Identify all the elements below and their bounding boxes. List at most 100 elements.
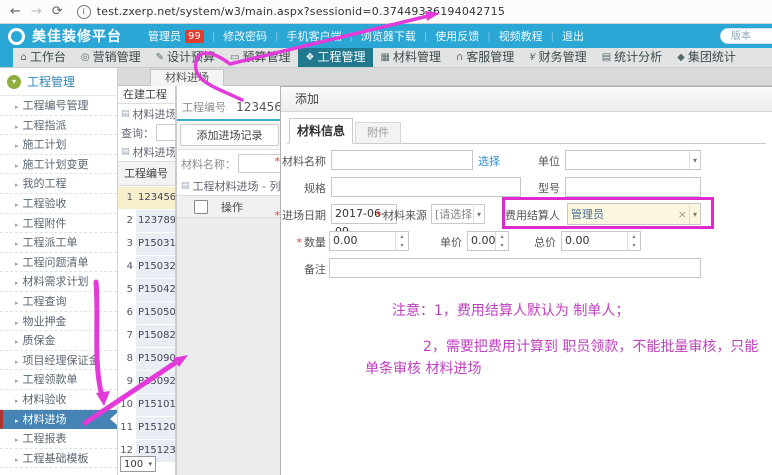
project-row[interactable]: 11P151209 — [118, 417, 175, 439]
price-stepper[interactable]: 0.00▴▾ — [467, 231, 509, 251]
project-row[interactable]: 2123789 — [118, 210, 175, 232]
sidebar-item-project-query[interactable]: ▸工程查询 — [0, 292, 117, 312]
settler-select[interactable]: 管理员×▾ — [567, 203, 701, 225]
model-input[interactable] — [565, 177, 701, 197]
tab-material-entry[interactable]: 材料进场 — [150, 69, 224, 86]
sidebar-item-project-templates[interactable]: ▸工程基础模板 — [0, 449, 117, 469]
choose-link[interactable]: 选择 — [478, 153, 500, 169]
nav-tab-design-budget[interactable]: ✎设计预算 — [148, 48, 222, 67]
project-no-value: 123456 — [236, 100, 282, 114]
nav-tab-group-statistics[interactable]: ◆集团统计 — [670, 48, 744, 67]
project-row[interactable]: 5P150425 — [118, 279, 175, 301]
sidebar-item-construction-plan-change[interactable]: ▸施工计划变更 — [0, 155, 117, 175]
chevron-down-icon[interactable]: ▾ — [689, 151, 700, 169]
nav-tab-budget[interactable]: ▭预算管理 — [223, 48, 298, 67]
project-row[interactable]: 8P150902 — [118, 348, 175, 370]
spinner-buttons[interactable]: ▴▾ — [627, 232, 640, 250]
username[interactable]: 管理员 — [148, 28, 181, 44]
spin-up-icon[interactable]: ▴ — [628, 232, 640, 241]
nav-tab-statistics[interactable]: ▤统计分析 — [594, 48, 669, 67]
nav-tab-finance[interactable]: ¥财务管理 — [522, 48, 594, 67]
nav-tab-workbench[interactable]: ⌂工作台 — [13, 48, 73, 67]
spec-label: 规格 — [304, 180, 326, 196]
spinner-buttons[interactable]: ▴▾ — [495, 232, 508, 250]
chevron-down-icon[interactable]: ▾ — [689, 204, 700, 224]
spin-down-icon[interactable]: ▾ — [496, 241, 508, 250]
sidebar-item-property-deposit[interactable]: ▸物业押金 — [0, 312, 117, 332]
sidebar-item-construction-plan[interactable]: ▸施工计划 — [0, 135, 117, 155]
tab-material-info[interactable]: 材料信息 — [289, 118, 353, 144]
source-select[interactable]: [请选择]▾ — [431, 204, 485, 224]
sidebar-item-project-issues[interactable]: ▸工程问题清单 — [0, 253, 117, 273]
project-row[interactable]: 4P150321 — [118, 256, 175, 278]
triangle-marker-icon: ▸ — [15, 436, 19, 444]
sidebar-item-pm-deposit[interactable]: ▸项目经理保证金 — [0, 351, 117, 371]
nav-label: 材料管理 — [393, 48, 441, 67]
project-code: P150825 — [136, 325, 175, 347]
project-row[interactable]: 7P150825 — [118, 325, 175, 347]
add-entry-record-button[interactable]: 添加进场记录 — [180, 124, 279, 146]
total-stepper[interactable]: 0.00▴▾ — [561, 231, 641, 251]
refresh-icon[interactable]: ⟳ — [52, 4, 63, 19]
nav-tab-marketing[interactable]: ◎营销管理 — [73, 48, 148, 67]
nav-tab-customer-service[interactable]: ∩客服管理 — [448, 48, 521, 67]
forward-icon[interactable]: → — [31, 4, 42, 19]
video-tutorial-link[interactable]: 视频教程 — [499, 28, 543, 44]
chevron-down-icon[interactable]: ▾ — [473, 205, 484, 223]
material-name-input[interactable] — [331, 150, 473, 170]
info-icon[interactable]: i — [77, 5, 91, 19]
browser-download-link[interactable]: 浏览器下载 — [361, 28, 416, 44]
sidebar-item-label: 材料验收 — [23, 393, 67, 406]
sidebar-item-project-assign[interactable]: ▸工程指派 — [0, 116, 117, 136]
sidebar-item-my-projects[interactable]: ▸我的工程 — [0, 174, 117, 194]
sidebar-item-material-acceptance[interactable]: ▸材料验收 — [0, 390, 117, 410]
dialog-header[interactable]: 添加 — [281, 87, 772, 112]
project-row[interactable]: 3P150317 — [118, 233, 175, 255]
triangle-marker-icon: ▸ — [15, 260, 19, 268]
nav-tab-materials[interactable]: ▦材料管理 — [373, 48, 448, 67]
sidebar-item-project-number-mgmt[interactable]: ▸工程编号管理 — [0, 96, 117, 116]
nav-label: 工作台 — [30, 48, 66, 67]
sidebar-item-material-entry[interactable]: ▸材料进场 — [0, 410, 117, 430]
spec-input[interactable] — [331, 177, 521, 197]
brand-logo-icon — [8, 28, 25, 45]
qty-stepper[interactable]: 0.00▴▾ — [329, 231, 409, 251]
clear-icon[interactable]: × — [676, 208, 689, 221]
version-button[interactable]: 版本 — [720, 28, 772, 44]
spin-down-icon[interactable]: ▾ — [396, 241, 408, 250]
spin-up-icon[interactable]: ▴ — [496, 232, 508, 241]
tab-attachments[interactable]: 附件 — [355, 122, 401, 144]
sidebar-item-project-attachments[interactable]: ▸工程附件 — [0, 214, 117, 234]
sidebar-item-warranty-deposit[interactable]: ▸质保金 — [0, 331, 117, 351]
unit-select[interactable]: ▾ — [565, 150, 701, 170]
nav-tab-engineering[interactable]: ❖工程管理 — [298, 48, 373, 67]
page-size-select[interactable]: 100▾ — [120, 456, 156, 472]
sidebar-item-material-demand-plan[interactable]: ▸材料需求计划 — [0, 272, 117, 292]
sidebar-item-project-reports[interactable]: ▸ 工程报表 — [0, 429, 117, 449]
project-row[interactable]: 9P150924 — [118, 371, 175, 393]
back-icon[interactable]: ← — [10, 4, 21, 19]
spinner-buttons[interactable]: ▴▾ — [395, 232, 408, 250]
address-bar[interactable]: test.zxerp.net/system/w3/main.aspx?sessi… — [97, 5, 505, 18]
mobile-client-link[interactable]: 手机客户端 — [286, 28, 341, 44]
sidebar-item-project-dispatch[interactable]: ▸工程派工单 — [0, 233, 117, 253]
notification-badge[interactable]: 99 — [185, 30, 204, 43]
sidebar-item-project-acceptance[interactable]: ▸工程验收 — [0, 194, 117, 214]
spin-down-icon[interactable]: ▾ — [628, 241, 640, 250]
project-row[interactable]: 6P150507 — [118, 302, 175, 324]
project-search-input[interactable] — [156, 124, 175, 141]
logout-link[interactable]: 退出 — [562, 28, 584, 44]
project-column-header[interactable]: 工程编号 — [118, 161, 175, 186]
sidebar-header-engineering[interactable]: ▾ 工程管理 — [0, 68, 117, 96]
sidebar-item-project-payment[interactable]: ▸工程领款单 — [0, 370, 117, 390]
sidebar-item-label: 工程报表 — [23, 432, 67, 445]
change-password-link[interactable]: 修改密码 — [223, 28, 267, 44]
project-row[interactable]: 10P151010 — [118, 394, 175, 416]
select-all-checkbox[interactable] — [194, 200, 208, 214]
tab-active-projects[interactable]: 在建工程 — [118, 86, 175, 104]
spin-up-icon[interactable]: ▴ — [396, 232, 408, 241]
project-row[interactable]: 1123456 — [118, 187, 175, 209]
feedback-link[interactable]: 使用反馈 — [435, 28, 479, 44]
grid-header: 操作 — [177, 195, 282, 218]
remark-input[interactable] — [329, 258, 701, 278]
